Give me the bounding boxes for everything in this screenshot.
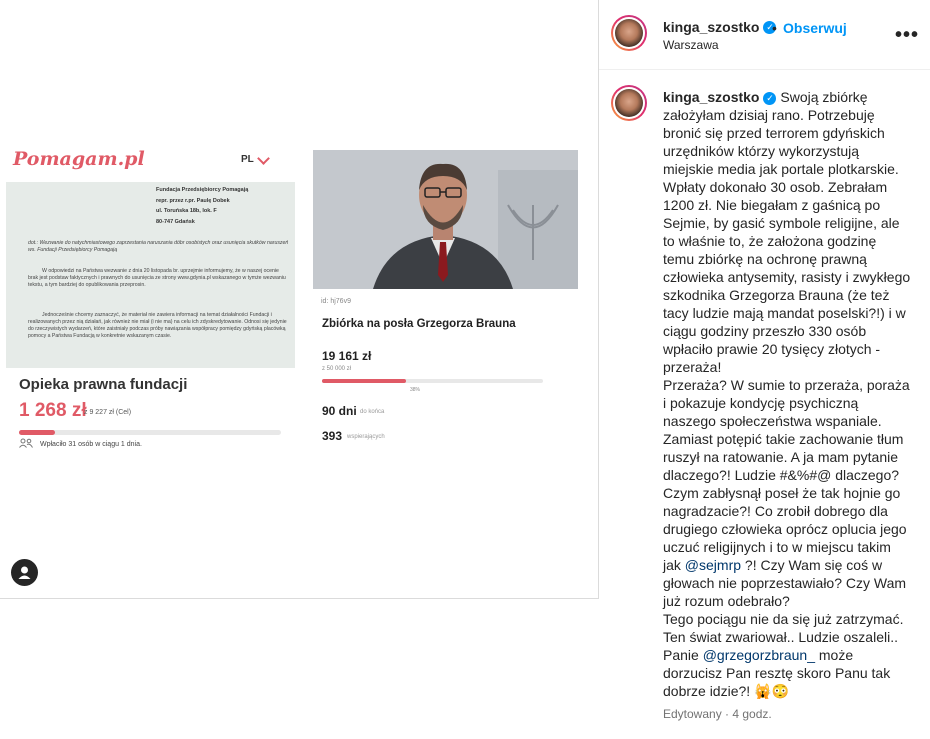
fundraiser-id: id: hj76v9 xyxy=(321,298,351,305)
divider xyxy=(599,69,930,70)
fundraiser-title: Zbiórka na posła Grzegorza Brauna xyxy=(322,318,516,330)
verified-badge-icon: ✓ xyxy=(763,91,777,105)
progress-fill xyxy=(322,379,406,383)
caption-text: Panie xyxy=(663,647,703,663)
location-link[interactable]: Warszawa xyxy=(663,38,719,52)
avatar[interactable] xyxy=(611,85,647,121)
letter-paragraph: W odpowiedzi na Państwa wezwanie z dnia … xyxy=(28,268,286,288)
chevron-down-icon xyxy=(257,152,270,165)
fundraiser-amount: 1 268 zł xyxy=(19,400,87,421)
separator-dot: • xyxy=(772,20,777,36)
post-header-user: kinga_szostko ✓ xyxy=(663,19,777,37)
fundraiser-title: Opieka prawna fundacji xyxy=(19,376,188,393)
username-link[interactable]: kinga_szostko xyxy=(663,19,759,35)
people-icon xyxy=(19,438,33,448)
progress-percent: 38% xyxy=(410,387,421,393)
supporters-text: Wpłaciło 31 osób w ciągu 1 dnia. xyxy=(40,441,142,448)
progress-bar xyxy=(19,430,281,435)
days-left-label: do końca xyxy=(360,409,385,415)
avatar[interactable] xyxy=(611,15,647,51)
person-photo xyxy=(313,150,578,289)
progress-fill xyxy=(19,430,56,435)
letter-image: Fundacja Przedsiębiorcy Pomagają repr. p… xyxy=(6,182,295,368)
pomagam-logo: Pomagam.pl xyxy=(13,148,145,170)
post-image[interactable]: Pomagam.pl PL Fundacja Przedsiębiorcy Po… xyxy=(0,0,599,599)
fundraiser-target: z 9 227 zł (Cel) xyxy=(84,409,132,416)
caption-username-link[interactable]: kinga_szostko xyxy=(663,89,759,105)
letter-header: Fundacja Przedsiębiorcy Pomagają repr. p… xyxy=(156,187,249,225)
caption-text: Tego pociągu nie da się już zatrzymać. T… xyxy=(663,611,904,645)
fundraiser-amount: 19 161 zł xyxy=(322,349,372,363)
progress-bar xyxy=(322,379,543,383)
user-tag-button[interactable] xyxy=(11,559,38,586)
supporters-count: 393 xyxy=(322,429,343,443)
fundraiser-target: z 50 000 zł xyxy=(322,366,352,372)
caption-text: Przeraża? W sumie to przeraża, poraża i … xyxy=(663,377,910,573)
mention-link[interactable]: @grzegorzbraun_ xyxy=(703,647,815,663)
mention-link[interactable]: @sejmrp xyxy=(685,557,741,573)
letter-paragraph: dot.: Wezwanie do natychmiastowego zaprz… xyxy=(28,240,289,253)
language-selector: PL xyxy=(241,154,254,165)
person-photo-illustration xyxy=(313,150,578,289)
days-left: 90 dni xyxy=(322,404,357,418)
post-caption: kinga_szostko ✓ Swoją zbiórkę założyłam d… xyxy=(663,88,911,700)
more-options-button[interactable]: ••• xyxy=(895,24,919,47)
supporters-label: wspierających xyxy=(347,434,385,440)
letter-paragraph: Jednocześnie chcemy zaznaczyć, że materi… xyxy=(28,312,287,339)
fundraiser-card-1: Pomagam.pl PL Fundacja Przedsiębiorcy Po… xyxy=(5,142,295,464)
follow-button[interactable]: Obserwuj xyxy=(783,20,847,36)
caption-text: Swoją zbiórkę założyłam dzisiaj rano. Po… xyxy=(663,89,911,375)
person-icon xyxy=(18,566,31,579)
fundraiser-card-2: id: hj76v9 Zbiórka na posła Grzegorza Br… xyxy=(312,150,578,450)
post-sidebar: kinga_szostko ✓ • Obserwuj Warszawa ••• k… xyxy=(599,0,930,739)
edited-timestamp: Edytowany · 4 godz. xyxy=(663,707,772,721)
